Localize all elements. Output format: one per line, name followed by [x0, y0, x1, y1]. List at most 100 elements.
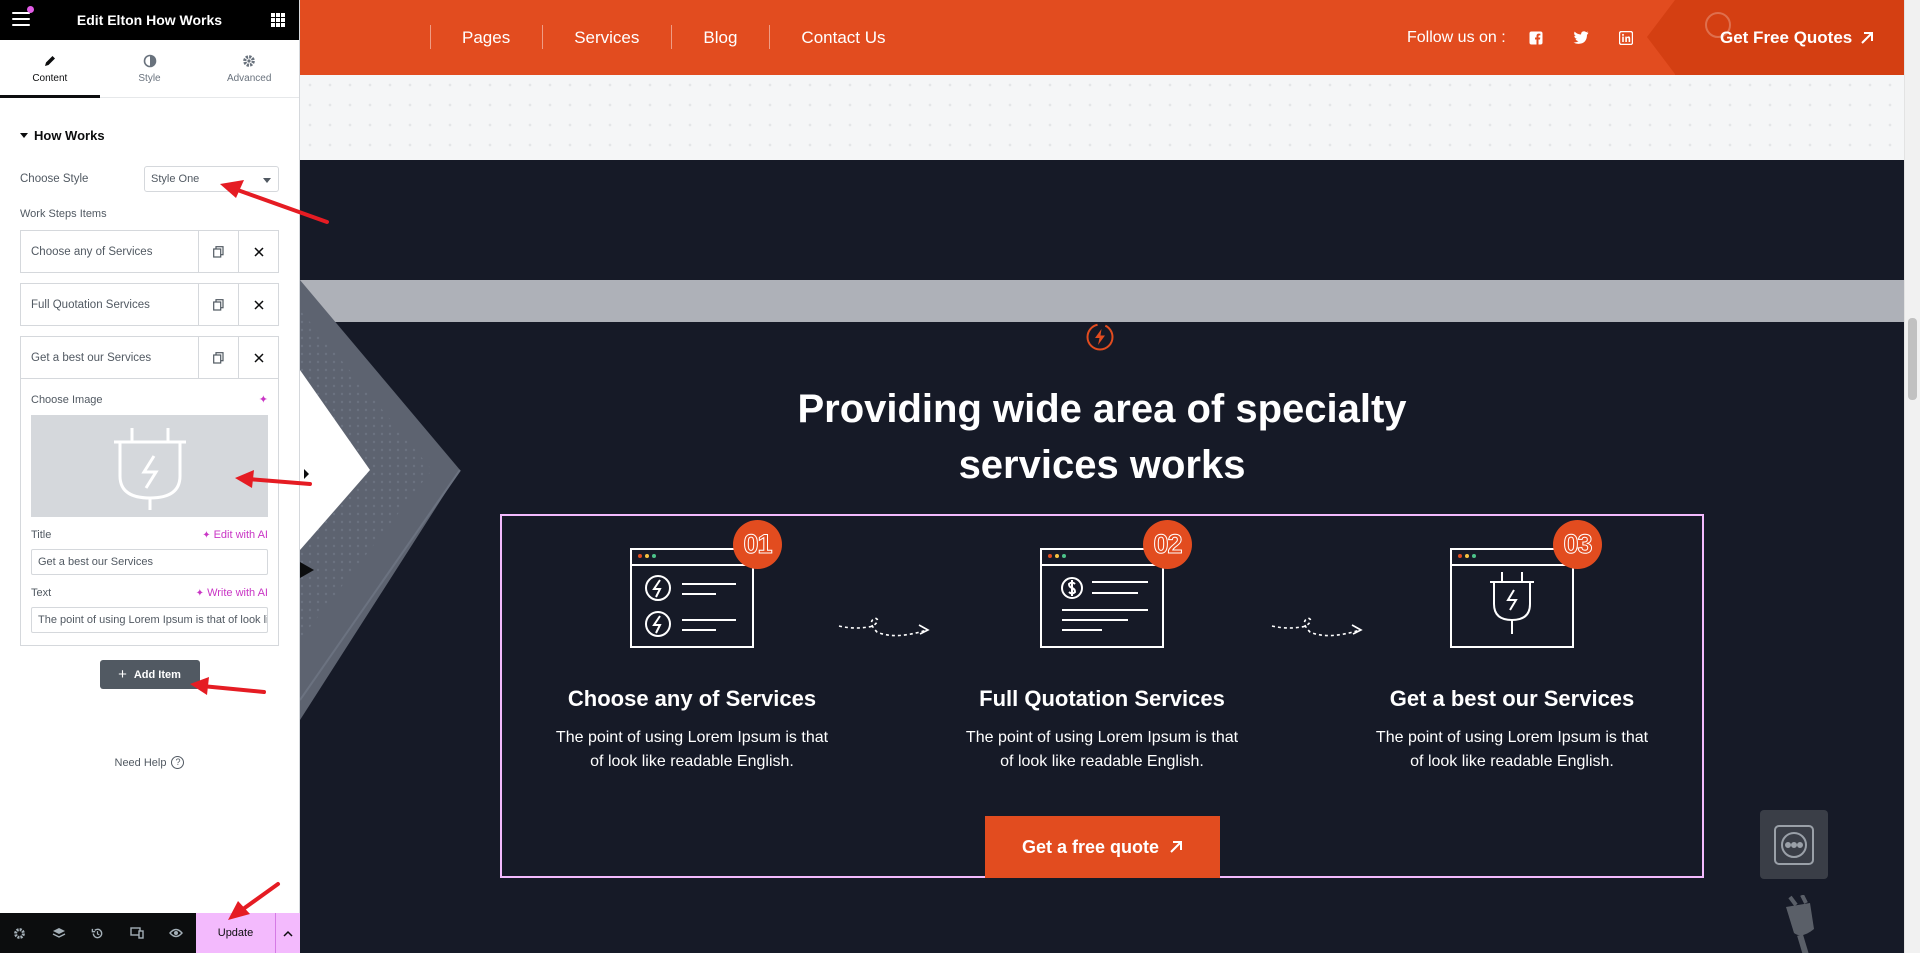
step-card: 02 Full Quotation Services The point of … — [922, 516, 1282, 816]
panel-title: Edit Elton How Works — [76, 12, 223, 28]
panel-tabs: Content Style Advanced — [0, 40, 299, 98]
panel-header: Edit Elton How Works — [0, 0, 299, 40]
linkedin-icon[interactable] — [1611, 30, 1641, 45]
panel-footer: Update — [0, 913, 300, 953]
section-heading: Providing wide area of specialty service… — [300, 381, 1904, 493]
facebook-icon[interactable] — [1521, 31, 1551, 45]
gear-icon — [243, 54, 255, 67]
tab-style[interactable]: Style — [100, 40, 200, 97]
text-input[interactable]: The point of using Lorem Ipsum is that o… — [31, 607, 268, 633]
dashed-arrow-icon — [838, 617, 930, 637]
site-header: Pages Services Blog Contact Us Follow us… — [300, 0, 1904, 75]
write-with-ai-button[interactable]: ✦ Write with AI — [196, 587, 268, 599]
cta-label: Get a free quote — [1021, 836, 1160, 857]
repeater-item[interactable]: Get a best our Services — [20, 336, 279, 379]
update-label: Update — [217, 927, 254, 939]
tab-advanced[interactable]: Advanced — [199, 40, 299, 97]
step-title: Full Quotation Services — [979, 686, 1225, 711]
nav-blog[interactable]: Blog — [671, 24, 769, 51]
editor-panel: Edit Elton How Works Content Style Advan… — [0, 0, 300, 953]
arrow-up-right-icon — [1170, 841, 1183, 853]
remove-icon[interactable] — [238, 284, 278, 325]
duplicate-icon[interactable] — [198, 231, 238, 272]
twitter-icon[interactable] — [1566, 31, 1596, 44]
tab-label: Advanced — [226, 72, 272, 84]
title-input[interactable]: Get a best our Services — [31, 549, 268, 575]
tab-content[interactable]: Content — [0, 40, 100, 98]
scrollbar-thumb[interactable] — [1908, 318, 1917, 400]
half-circle-icon — [143, 54, 156, 67]
eye-icon[interactable] — [156, 913, 195, 953]
steps-widget[interactable]: 01 Choose any of Services The point of u… — [500, 514, 1704, 878]
duplicate-icon[interactable] — [198, 284, 238, 325]
section-how-works[interactable]: How Works — [0, 98, 299, 143]
get-free-quotes-label: Get Free Quotes — [1720, 27, 1853, 47]
need-help-link[interactable]: Need Help ? — [0, 756, 299, 769]
get-free-quotes-button[interactable]: Get Free Quotes — [1647, 0, 1904, 75]
follow-label: Follow us on : — [1407, 28, 1506, 46]
remove-icon[interactable] — [238, 337, 278, 378]
plug-window-icon — [1450, 548, 1574, 648]
bolt-window-icon — [630, 548, 754, 648]
widgets-grid-icon[interactable] — [271, 13, 285, 27]
step-title: Get a best our Services — [1389, 686, 1635, 711]
tab-label: Style — [138, 72, 161, 84]
edit-with-ai-button[interactable]: ✦ Edit with AI — [202, 529, 268, 541]
caret-down-icon — [20, 133, 28, 138]
ai-sparkle-icon[interactable]: ✦ — [259, 393, 268, 406]
menu-icon[interactable] — [12, 12, 30, 30]
step-text: The point of using Lorem Ipsum is that o… — [1375, 729, 1649, 770]
section-title-label: How Works — [34, 128, 105, 143]
chevron-up-icon[interactable] — [275, 913, 300, 953]
choose-style-select[interactable]: Style One — [144, 166, 279, 192]
title-field-label: Title — [31, 529, 52, 541]
text-field-label: Text — [31, 587, 52, 599]
bolt-circle-icon — [1086, 323, 1114, 351]
page-scrollbar[interactable] — [1904, 0, 1920, 953]
plus-icon: + — [118, 666, 127, 683]
dotted-band — [300, 75, 1904, 160]
main-nav: Pages Services Blog Contact Us — [430, 0, 918, 75]
nav-services[interactable]: Services — [542, 24, 671, 51]
responsive-icon[interactable] — [117, 913, 156, 953]
step-number: 01 — [733, 520, 782, 569]
repeater-item-fields: Choose Image ✦ Title ✦ Edit with AI Get a… — [20, 379, 279, 646]
need-help-label: Need Help — [114, 756, 167, 769]
pencil-icon — [44, 55, 55, 66]
notification-dot — [27, 6, 34, 13]
add-item-label: Add Item — [133, 668, 181, 681]
page-preview: Pages Services Blog Contact Us Follow us… — [300, 0, 1904, 953]
arrow-up-right-icon — [1861, 31, 1874, 44]
step-text: The point of using Lorem Ipsum is that o… — [965, 729, 1239, 770]
choose-style-label: Choose Style — [20, 173, 89, 185]
step-number: 03 — [1553, 520, 1602, 569]
step-card: 03 Get a best our Services The point of … — [1332, 516, 1692, 816]
plug-icon — [113, 428, 186, 510]
settings-icon[interactable] — [0, 913, 39, 953]
get-a-free-quote-button[interactable]: Get a free quote — [985, 816, 1220, 878]
write-with-ai-label: Write with AI — [207, 587, 268, 599]
layers-icon[interactable] — [39, 913, 78, 953]
choose-image-label: Choose Image — [31, 393, 103, 406]
step-text: The point of using Lorem Ipsum is that o… — [555, 729, 829, 770]
plug-cable-icon — [1786, 895, 1814, 953]
history-icon[interactable] — [78, 913, 117, 953]
social-follow: Follow us on : — [1407, 0, 1641, 75]
repeater-item[interactable]: Full Quotation Services — [20, 283, 279, 326]
heading-line-2: services works — [958, 443, 1246, 487]
work-steps-label: Work Steps Items — [20, 208, 107, 220]
nav-contact[interactable]: Contact Us — [769, 24, 917, 51]
repeater-item-title: Choose any of Services — [31, 245, 153, 258]
step-card: 01 Choose any of Services The point of u… — [512, 516, 872, 816]
update-button[interactable]: Update — [196, 913, 275, 953]
duplicate-icon[interactable] — [198, 337, 238, 378]
tab-label: Content — [32, 72, 68, 84]
ai-sparkle-icon: ✦ — [202, 529, 211, 541]
nav-pages[interactable]: Pages — [430, 24, 542, 51]
image-preview[interactable] — [31, 415, 268, 517]
add-item-button[interactable]: + Add Item — [99, 660, 200, 689]
step-title: Choose any of Services — [567, 686, 817, 711]
choose-style-value: Style One — [151, 173, 200, 185]
repeater-item[interactable]: Choose any of Services — [20, 230, 279, 273]
remove-icon[interactable] — [238, 231, 278, 272]
